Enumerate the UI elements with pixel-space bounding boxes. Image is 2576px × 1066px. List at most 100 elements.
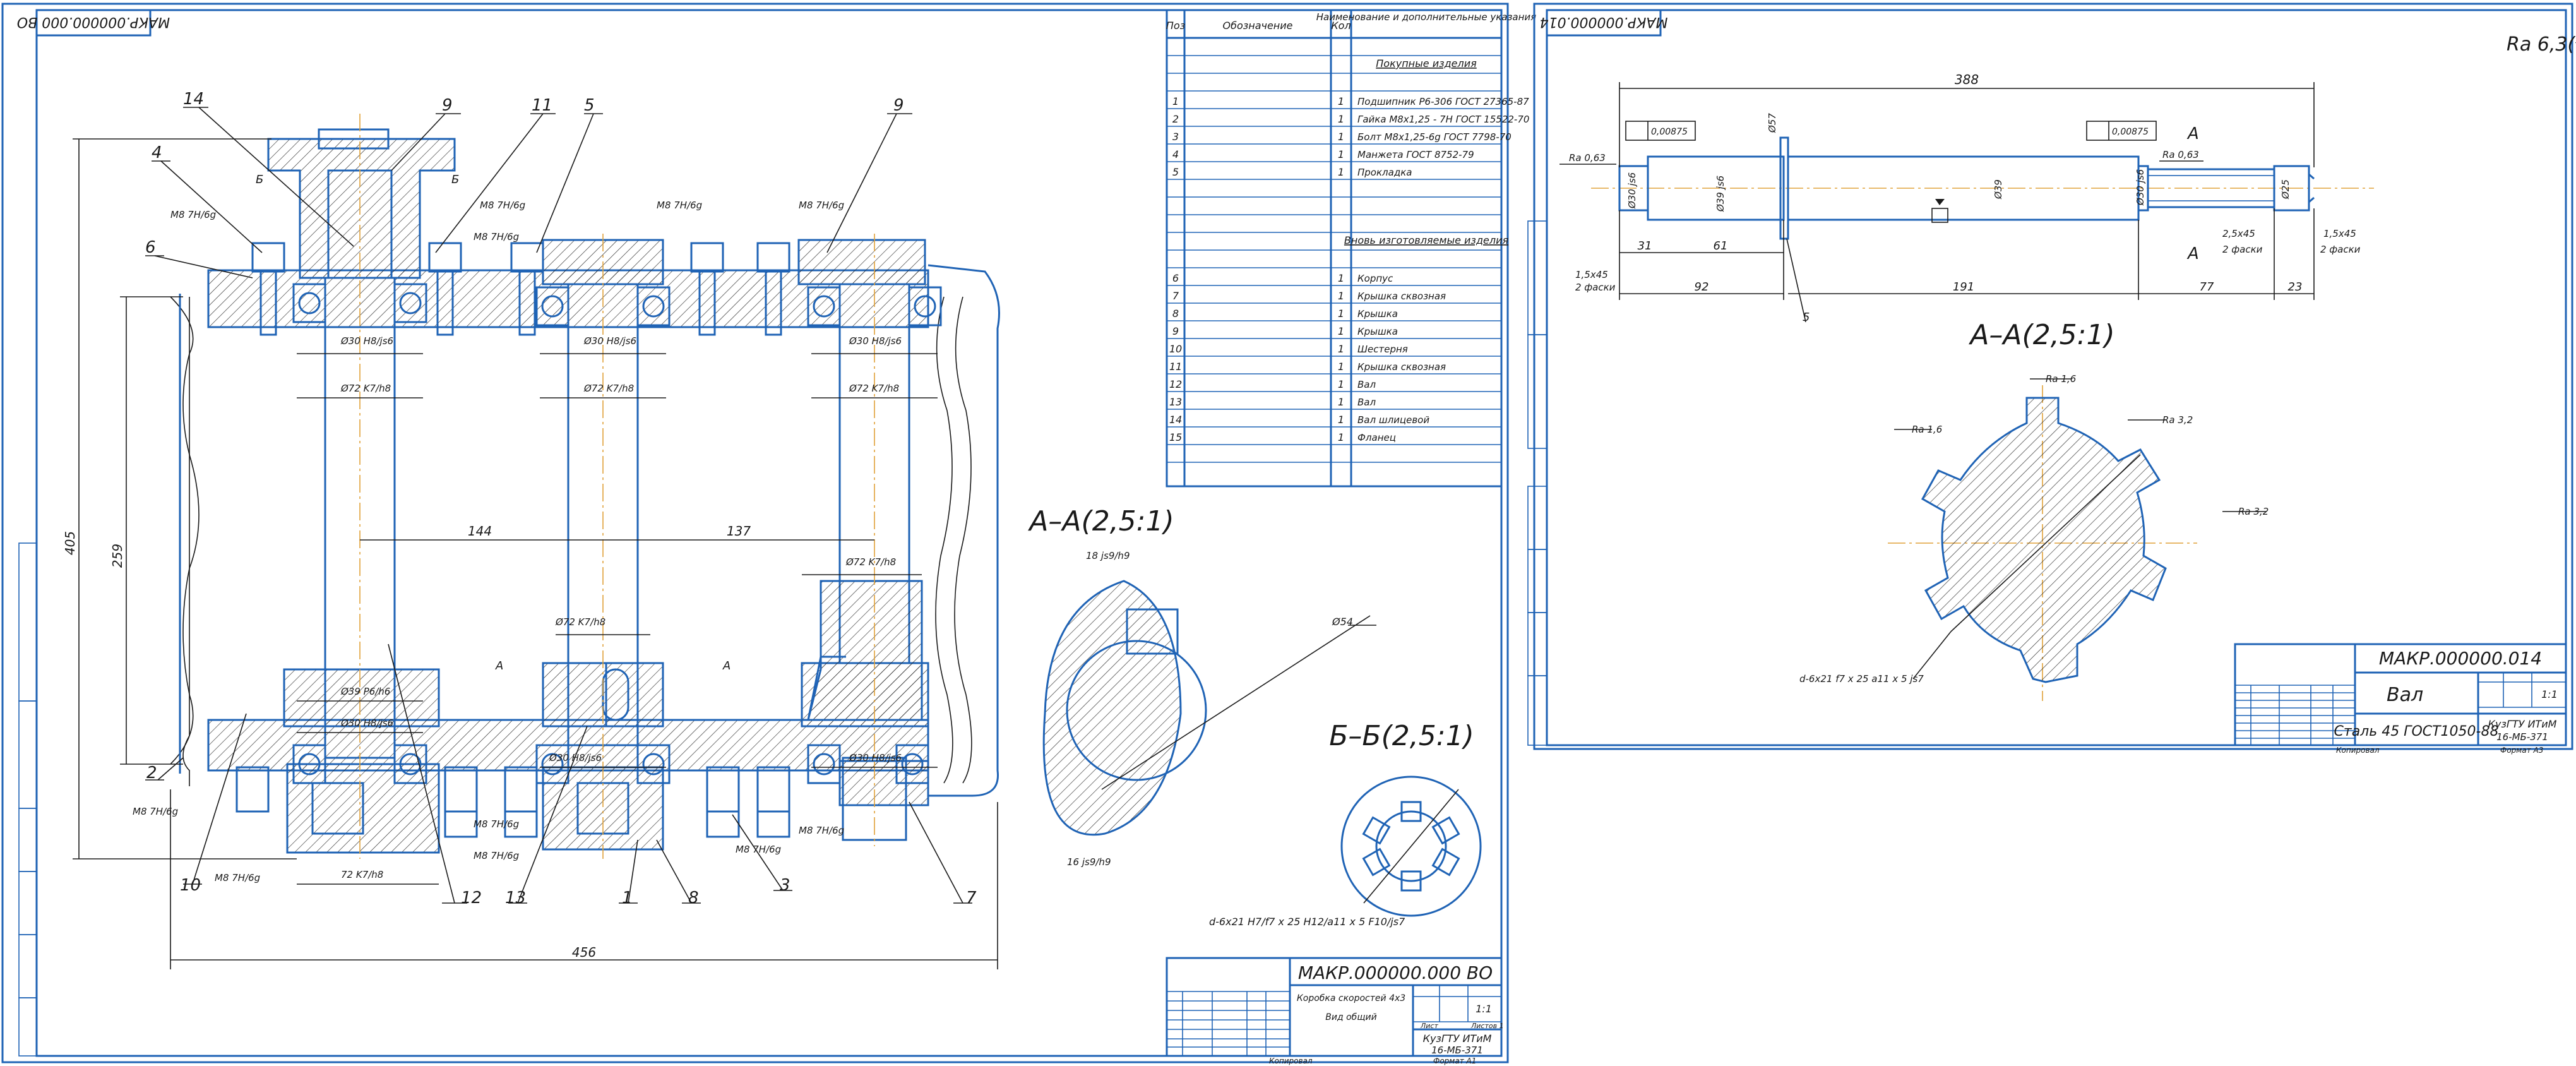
title-block-sheet1: МАКР.000000.000 ВО Коробка скоростей 4х3…: [1166, 957, 1504, 1065]
spec-row-name: Крышка сквозная: [1357, 361, 1446, 373]
spec-row-pos: 13: [1169, 396, 1182, 408]
section-bb-title: Б–Б(2,5:1): [1329, 720, 1474, 752]
shaft-profile: [1591, 136, 2374, 240]
spec-row-name: Вал: [1357, 397, 1376, 408]
spec-header-name: Наименование и дополнительные указания: [1316, 11, 1536, 23]
svg-text:M8 7H/6g: M8 7H/6g: [215, 872, 260, 883]
shaft-dim-92: 92: [1695, 280, 1709, 294]
callout-11: 11: [532, 96, 552, 115]
svg-text:Ø72 K7/h8: Ø72 K7/h8: [340, 383, 391, 394]
spec-row-name: Крышка: [1357, 326, 1398, 337]
title-block2-name: Вал: [2387, 684, 2423, 706]
spec-row-pos: 10: [1169, 343, 1182, 355]
svg-text:Ø25: Ø25: [2280, 179, 2291, 200]
title-block1-name: Коробка скоростей 4х3: [1297, 993, 1405, 1003]
title-block-sheet2: МАКР.000000.014 Вал Сталь 45 ГОСТ1050-88…: [2234, 643, 2567, 755]
general-roughness: Ra 6,3(√): [2507, 33, 2576, 56]
svg-text:M8 7H/6g: M8 7H/6g: [474, 850, 519, 861]
spec-row-pos: 4: [1172, 148, 1179, 160]
svg-text:Ø72 K7/h8: Ø72 K7/h8: [845, 556, 896, 568]
callout-10: 10: [180, 876, 201, 895]
callout-5: 5: [584, 96, 595, 115]
section-aa-sheet2: А–А(2,5:1) Ra 1,6 Ra 1,6 Ra 3,2 Ra 3,2 d…: [1799, 319, 2269, 701]
chamfer-left-note: 2 фаски: [1575, 282, 1616, 293]
spec-row-pos: 14: [1169, 414, 1182, 426]
spec-row-qty: 1: [1338, 431, 1344, 443]
spec-row-pos: 11: [1169, 361, 1182, 373]
shaft-dim-77: 77: [2200, 280, 2214, 294]
svg-text:M8 7H/6g: M8 7H/6g: [799, 200, 844, 211]
spec-group-made: Вновь изготовляемые изделия: [1344, 234, 1509, 246]
svg-text:M8 7H/6g: M8 7H/6g: [474, 231, 519, 243]
callout-8: 8: [688, 889, 699, 907]
section-aa-title: А–А(2,5:1): [1027, 505, 1174, 537]
sheet1-top-stamp: МАКР.000000.000 ВО: [17, 14, 170, 30]
sheet-assembly: МАКР.000000.000 ВО Поз Обозначение Кол Н…: [1, 3, 1536, 1065]
callout-7: 7: [966, 889, 977, 907]
spec-row-pos: 1: [1172, 95, 1179, 107]
callout-1: 1: [622, 889, 633, 907]
spec-row-name: Вал шлицевой: [1357, 414, 1429, 426]
ra16-left: Ra 1,6: [1912, 424, 1942, 435]
callout-9a: 9: [442, 96, 453, 115]
spec-row-qty: 1: [1338, 131, 1344, 143]
shaft-part5: 5: [1803, 311, 1810, 324]
spec-row-qty: 1: [1338, 414, 1344, 426]
spec-row-name: Гайка М8х1,25 - 7Н ГОСТ 15522-70: [1357, 114, 1529, 125]
svg-text:А: А: [722, 659, 730, 673]
spec-row-qty: 1: [1338, 396, 1344, 408]
svg-text:Ø30 H8/js6: Ø30 H8/js6: [583, 335, 636, 347]
svg-text:Ø72 K7/h8: Ø72 K7/h8: [849, 383, 899, 394]
ra16-top: Ra 1,6: [2046, 373, 2076, 385]
title-block2-material: Сталь 45 ГОСТ1050-88: [2334, 724, 2499, 740]
svg-text:Ø30 H8/js6: Ø30 H8/js6: [340, 717, 393, 729]
shaft-dim-23: 23: [2288, 280, 2303, 294]
spec-row-name: Шестерня: [1357, 344, 1408, 355]
title-block1-copied: Копировал: [1269, 1057, 1313, 1065]
title-block1-sheets: Листов 1: [1470, 1022, 1504, 1030]
dim-456: 456: [572, 945, 596, 960]
svg-text:А: А: [2186, 244, 2199, 263]
spec-row-pos: 8: [1172, 308, 1179, 320]
svg-text:Ø72 K7/h8: Ø72 K7/h8: [583, 383, 634, 394]
callout-14: 14: [183, 90, 204, 109]
svg-text:Ø39 js6: Ø39 js6: [1715, 176, 1726, 212]
spline-note-sheet1: d-6х21 H7/f7 х 25 H12/a11 х 5 F10/js7: [1209, 916, 1405, 928]
spec-row-qty: 1: [1338, 325, 1344, 337]
spec-row-qty: 1: [1338, 95, 1344, 107]
ra32-right: Ra 3,2: [2238, 506, 2269, 517]
spec-row-qty: 1: [1338, 308, 1344, 320]
svg-text:Ø30 H8/js6: Ø30 H8/js6: [849, 752, 902, 764]
title-block2-scale: 1:1: [2541, 688, 2558, 700]
sheet1-outer-frame: [1, 3, 1509, 1063]
svg-text:Ø57: Ø57: [1767, 113, 1778, 133]
spec-row-qty: 1: [1338, 290, 1344, 302]
spec-row-pos: 15: [1169, 431, 1182, 443]
svg-text:M8 7H/6g: M8 7H/6g: [474, 818, 519, 830]
callout-9b: 9: [893, 96, 904, 115]
spline-section: [1921, 397, 2167, 683]
shaft-dim-61: 61: [1714, 239, 1728, 253]
title-block1-scale: 1:1: [1476, 1003, 1492, 1015]
shaft-section-aa-title: А–А(2,5:1): [1968, 319, 2114, 351]
spec-row-pos: 9: [1172, 325, 1179, 337]
title-block1-sub: Вид общий: [1325, 1012, 1376, 1022]
spec-row-pos: 7: [1172, 290, 1179, 302]
bottom-cap-mid: [542, 766, 664, 851]
spec-row-qty: 1: [1338, 361, 1344, 373]
chamfer-right: 1,5х45: [2323, 228, 2356, 239]
shaft-dim-31: 31: [1638, 239, 1652, 253]
dim-137: 137: [727, 524, 751, 539]
svg-text:M8 7H/6g: M8 7H/6g: [170, 209, 216, 220]
spec-row-pos: 3: [1172, 131, 1179, 143]
title-block1-org: КузГТУ ИТиМ: [1423, 1033, 1492, 1045]
spec-row-pos: 6: [1172, 272, 1179, 284]
callout-6: 6: [145, 238, 156, 257]
spec-group-purchased: Покупные изделия: [1376, 57, 1477, 69]
callout-3: 3: [780, 876, 790, 895]
spec-header-designation: Обозначение: [1222, 20, 1292, 32]
dim-144: 144: [468, 524, 492, 539]
callout-2: 2: [146, 764, 157, 782]
spec-row-name: Подшипник Р6-306 ГОСТ 27365-87: [1357, 96, 1529, 107]
title-block2-code: МАКР.000000.014: [2379, 648, 2542, 669]
